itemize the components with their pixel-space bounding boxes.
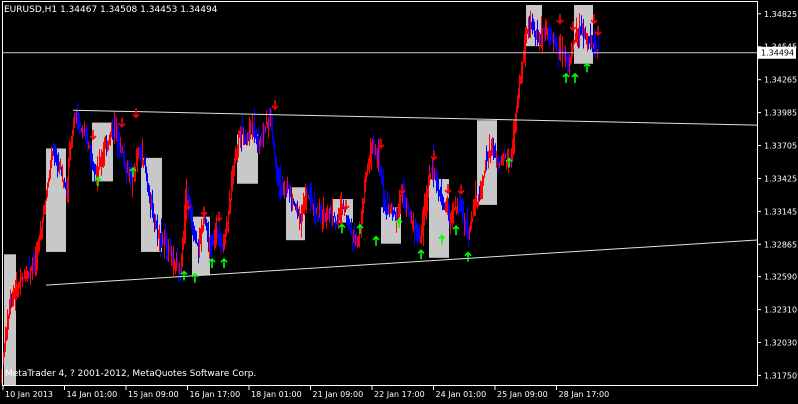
session-box: [4, 254, 16, 386]
x-tick-label: 16 Jan 17:00: [190, 390, 241, 399]
y-tick-label: 1.32030: [764, 338, 797, 347]
x-tick-label: 18 Jan 01:00: [251, 390, 302, 399]
x-tick-label: 22 Jan 17:00: [374, 390, 425, 399]
y-tick-label: 1.32310: [764, 306, 797, 315]
x-tick-label: 14 Jan 01:00: [67, 390, 118, 399]
x-tick-label: 21 Jan 09:00: [313, 390, 364, 399]
price-chart[interactable]: 1.348251.345451.342651.339851.337051.334…: [0, 0, 798, 400]
symbol-info: EURUSD,H1 1.34467 1.34508 1.34453 1.3449…: [4, 5, 218, 15]
y-tick-label: 1.31750: [764, 371, 797, 380]
current-price-label-group: 1.34494: [758, 46, 796, 59]
y-tick-label: 1.32865: [764, 240, 797, 249]
y-tick-label: 1.32590: [764, 273, 797, 282]
x-tick-label: 28 Jan 17:00: [559, 390, 610, 399]
y-tick-label: 1.33985: [764, 109, 797, 118]
y-tick-label: 1.33425: [764, 174, 797, 183]
current-price-label: 1.34494: [761, 49, 794, 58]
chart-window[interactable]: 1.348251.345451.342651.339851.337051.334…: [0, 0, 798, 400]
copyright-text: MetaTrader 4, ? 2001-2012, MetaQuotes So…: [5, 369, 257, 379]
x-tick-label: 25 Jan 09:00: [497, 390, 548, 399]
y-tick-label: 1.34825: [764, 10, 797, 19]
x-tick-label: 24 Jan 01:00: [436, 390, 487, 399]
y-tick-label: 1.34265: [764, 76, 797, 85]
y-tick-label: 1.33145: [764, 207, 797, 216]
y-tick-label: 1.33705: [764, 142, 797, 151]
x-tick-label: 10 Jan 2013: [5, 390, 53, 399]
x-tick-label: 15 Jan 09:00: [128, 390, 179, 399]
